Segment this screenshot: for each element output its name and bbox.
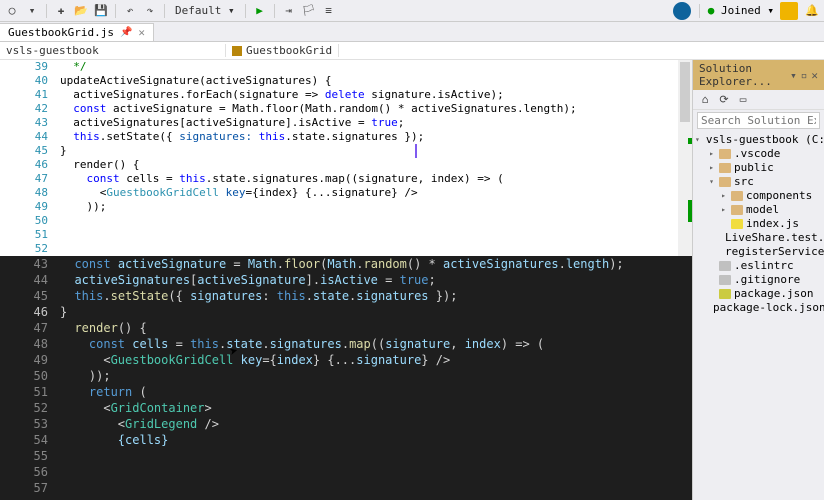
user-avatar-yellow[interactable]: [780, 2, 798, 20]
change-marker: [688, 138, 692, 144]
tree-label: .gitignore: [734, 273, 800, 287]
scroll-thumb[interactable]: [680, 62, 690, 122]
panel-pin-icon[interactable]: ▫: [801, 69, 808, 82]
tree-item[interactable]: package.json: [693, 287, 824, 301]
tree-label: index.js: [746, 217, 799, 231]
tree-item[interactable]: registerServiceWor: [693, 245, 824, 259]
nav-fwd-icon[interactable]: ▾: [24, 3, 40, 19]
outdent-icon[interactable]: ≡: [321, 3, 337, 19]
home-icon[interactable]: ⌂: [697, 92, 713, 108]
tree-item[interactable]: .eslintrc: [693, 259, 824, 273]
tree-label: src: [734, 175, 754, 189]
step-icon[interactable]: ⇥: [281, 3, 297, 19]
tree-item[interactable]: ▸ .vscode: [693, 147, 824, 161]
breadcrumb-project[interactable]: vsls-guestbook: [0, 44, 226, 57]
expander-icon[interactable]: [707, 262, 716, 271]
line-gutter-light: 3940414243444546474849505152: [0, 60, 60, 256]
tree-item[interactable]: .gitignore: [693, 273, 824, 287]
file-icon: [719, 275, 731, 285]
solution-explorer: Solution Explorer... ▾ ▫ ✕ ⌂ ⟳ ▭ ▾ vsls-…: [692, 60, 824, 500]
expander-icon[interactable]: ▸: [707, 150, 716, 159]
file-icon: [719, 177, 731, 187]
flag-icon[interactable]: 🏳: [301, 3, 317, 19]
expander-icon[interactable]: ▾: [695, 136, 700, 145]
pin-icon[interactable]: 📌: [120, 27, 132, 38]
tree-item[interactable]: LiveShare.test.js: [693, 231, 824, 245]
nav-back-icon[interactable]: ◯: [4, 3, 20, 19]
tree-label: .vscode: [734, 147, 780, 161]
panel-title-label: Solution Explorer...: [699, 62, 790, 88]
file-icon: [719, 261, 731, 271]
breadcrumb: vsls-guestbook GuestbookGrid: [0, 42, 824, 60]
tree-label: package.json: [734, 287, 813, 301]
file-icon: [719, 289, 731, 299]
collapse-icon[interactable]: ▭: [735, 92, 751, 108]
tree-item[interactable]: index.js: [693, 217, 824, 231]
undo-icon[interactable]: ↶: [122, 3, 138, 19]
tab-guestbookgrid-js[interactable]: GuestbookGrid.js 📌 ✕: [0, 23, 154, 41]
tree-item[interactable]: ▸ components: [693, 189, 824, 203]
breadcrumb-class[interactable]: GuestbookGrid: [226, 44, 339, 57]
tree-label: vsls-guestbook (C:\Users: [706, 133, 824, 147]
user-avatar-blue[interactable]: [673, 2, 691, 20]
save-icon[interactable]: 💾: [93, 3, 109, 19]
redo-icon[interactable]: ↷: [142, 3, 158, 19]
close-icon[interactable]: ✕: [138, 26, 145, 39]
file-icon: [719, 149, 731, 159]
solution-search-input[interactable]: [697, 112, 820, 129]
file-icon: [731, 219, 743, 229]
notifications-icon[interactable]: 🔔: [804, 3, 820, 19]
expander-icon[interactable]: [707, 276, 716, 285]
tree-label: public: [734, 161, 774, 175]
tree-label: model: [746, 203, 779, 217]
tree-item[interactable]: package-lock.json: [693, 301, 824, 315]
main-toolbar: ◯ ▾ ✚ 📂 💾 ↶ ↷ Default ▾ ▶ ⇥ 🏳 ≡ ● Joined…: [0, 0, 824, 22]
tree-root[interactable]: ▾ vsls-guestbook (C:\Users: [693, 133, 824, 147]
tab-label: GuestbookGrid.js: [8, 26, 114, 39]
file-icon: [731, 205, 743, 215]
new-item-icon[interactable]: ✚: [53, 3, 69, 19]
line-gutter-dark: 434445464748495051525354555657: [0, 256, 60, 500]
code-area-light[interactable]: */updateActiveSignature(activeSignatures…: [60, 60, 692, 256]
tree-item[interactable]: ▸ public: [693, 161, 824, 175]
solution-explorer-toolbar: ⌂ ⟳ ▭: [693, 90, 824, 110]
liveshare-status[interactable]: ● Joined ▾: [708, 4, 774, 17]
expander-icon[interactable]: [707, 290, 716, 299]
document-tabs: GuestbookGrid.js 📌 ✕: [0, 22, 824, 42]
tree-item[interactable]: ▸ model: [693, 203, 824, 217]
expander-icon[interactable]: ▸: [719, 206, 728, 215]
solution-explorer-title[interactable]: Solution Explorer... ▾ ▫ ✕: [693, 60, 824, 90]
file-icon: [719, 163, 731, 173]
expander-icon[interactable]: ▾: [707, 178, 716, 187]
code-area-dark[interactable]: ➤ const activeSignature = Math.floor(Mat…: [60, 256, 692, 500]
change-marker: [688, 200, 692, 222]
editor-light[interactable]: 3940414243444546474849505152 */updateAct…: [0, 60, 692, 256]
config-dropdown[interactable]: Default ▾: [171, 4, 239, 17]
scrollbar-vertical[interactable]: [678, 60, 692, 256]
refresh-icon[interactable]: ⟳: [716, 92, 732, 108]
tree-label: .eslintrc: [734, 259, 794, 273]
tree-label: components: [746, 189, 812, 203]
open-icon[interactable]: 📂: [73, 3, 89, 19]
remote-cursor: [415, 144, 417, 158]
editor-dark[interactable]: 434445464748495051525354555657 ➤ const a…: [0, 256, 692, 500]
panel-menu-icon[interactable]: ▾: [790, 69, 797, 82]
tree-label: registerServiceWor: [725, 245, 824, 259]
panel-close-icon[interactable]: ✕: [811, 69, 818, 82]
tree-item[interactable]: ▾ src: [693, 175, 824, 189]
solution-search: [693, 110, 824, 131]
run-icon[interactable]: ▶: [252, 3, 268, 19]
file-icon: [731, 191, 743, 201]
expander-icon[interactable]: [719, 220, 728, 229]
expander-icon[interactable]: ▸: [719, 192, 728, 201]
tree-label: package-lock.json: [713, 301, 824, 315]
class-icon: [232, 46, 242, 56]
expander-icon[interactable]: ▸: [707, 164, 716, 173]
tree-label: LiveShare.test.js: [725, 231, 824, 245]
solution-tree[interactable]: ▾ vsls-guestbook (C:\Users ▸ .vscode ▸ publ…: [693, 131, 824, 317]
